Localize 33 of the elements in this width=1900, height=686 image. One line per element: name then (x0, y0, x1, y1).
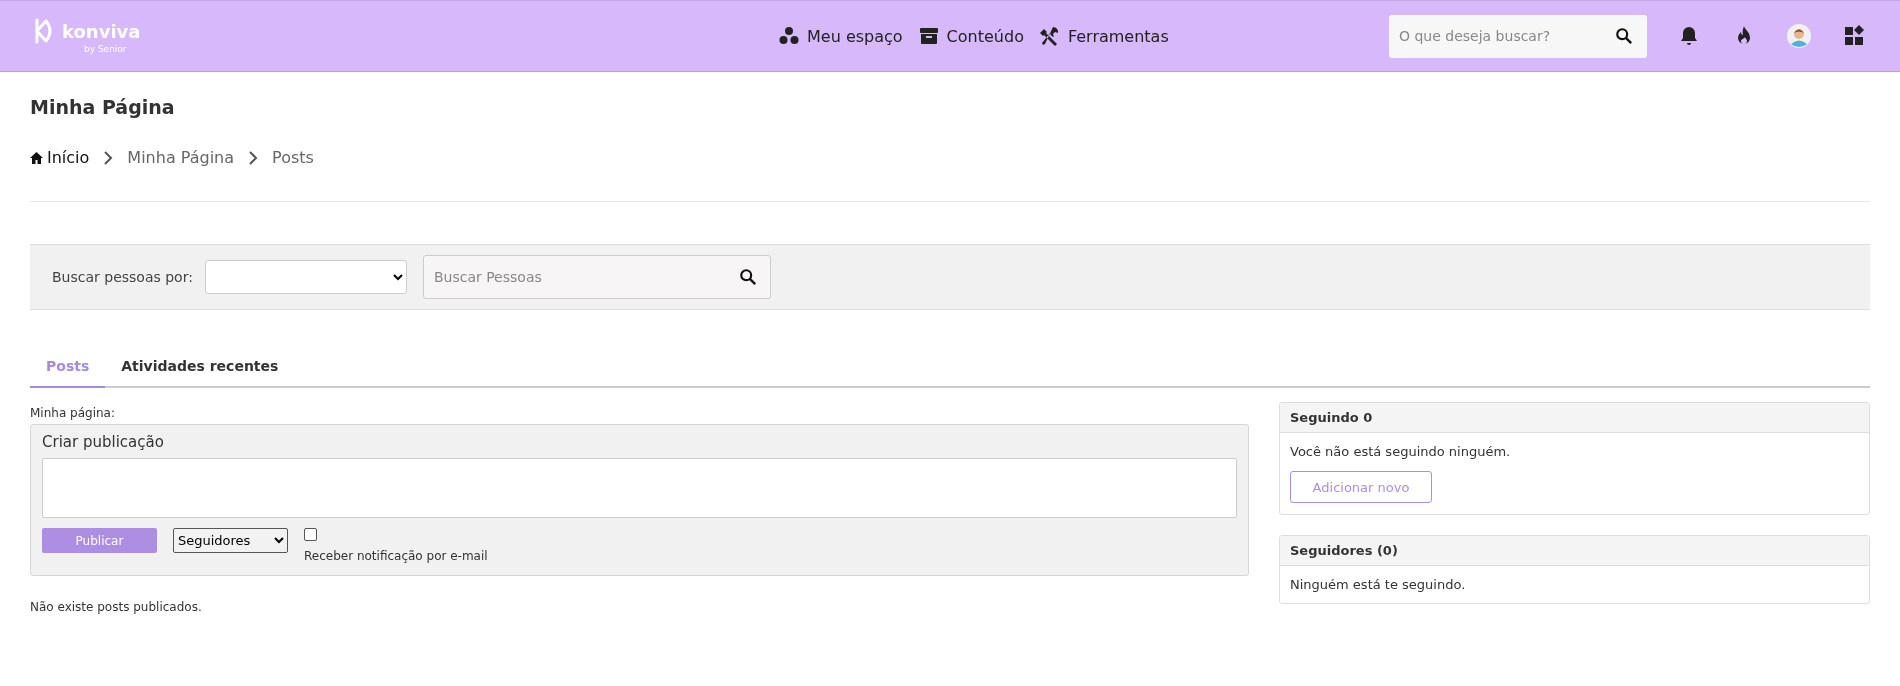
widgets-icon[interactable] (1842, 24, 1866, 48)
panel-message: Você não está seguindo ninguém. (1290, 444, 1512, 459)
logo-tagline: by Senior (84, 44, 128, 54)
search-icon[interactable] (1615, 27, 1633, 45)
email-notify-label: Receber notificação por e-mail (304, 549, 488, 563)
home-icon (30, 151, 43, 164)
panel-message: Ninguém está te seguindo. (1290, 577, 1467, 592)
dots-icon (779, 26, 799, 46)
page-title: Minha Página (30, 96, 176, 118)
composer-title: Criar publicação (42, 433, 165, 451)
email-checkbox[interactable] (304, 528, 317, 541)
nav-link[interactable]: Meu espaço (779, 26, 903, 46)
section-label: Minha página: (30, 406, 116, 420)
avatar-icon[interactable] (1787, 24, 1811, 48)
tab[interactable]: Atividades recentes (105, 358, 295, 388)
archive-box-icon (918, 26, 939, 46)
logo-name: konviva (62, 20, 141, 42)
tools-icon (1039, 26, 1060, 46)
breadcrumb-link[interactable]: Posts (272, 148, 314, 167)
chevron-right-icon (103, 150, 114, 165)
people-search-field[interactable]: Buscar Pessoas (422, 255, 771, 299)
breadcrumb-link[interactable]: Início (30, 148, 90, 167)
search-icon[interactable] (738, 268, 757, 286)
nav-link[interactable]: Conteúdo (918, 26, 1024, 46)
audience-select[interactable]: Seguidores (173, 528, 288, 553)
panel-title: Seguindo 0 (1280, 403, 1869, 433)
chevron-right-icon (248, 150, 259, 165)
breadcrumb-link[interactable]: Minha Página (127, 148, 235, 167)
search-field[interactable]: O que deseja buscar? (1389, 14, 1647, 58)
panel-title: Seguidores (0) (1280, 536, 1869, 566)
empty-posts-message: Não existe posts publicados. (30, 600, 203, 614)
search-by-label: Buscar pessoas por: (52, 269, 193, 285)
nav-link[interactable]: Ferramentas (1039, 26, 1169, 46)
